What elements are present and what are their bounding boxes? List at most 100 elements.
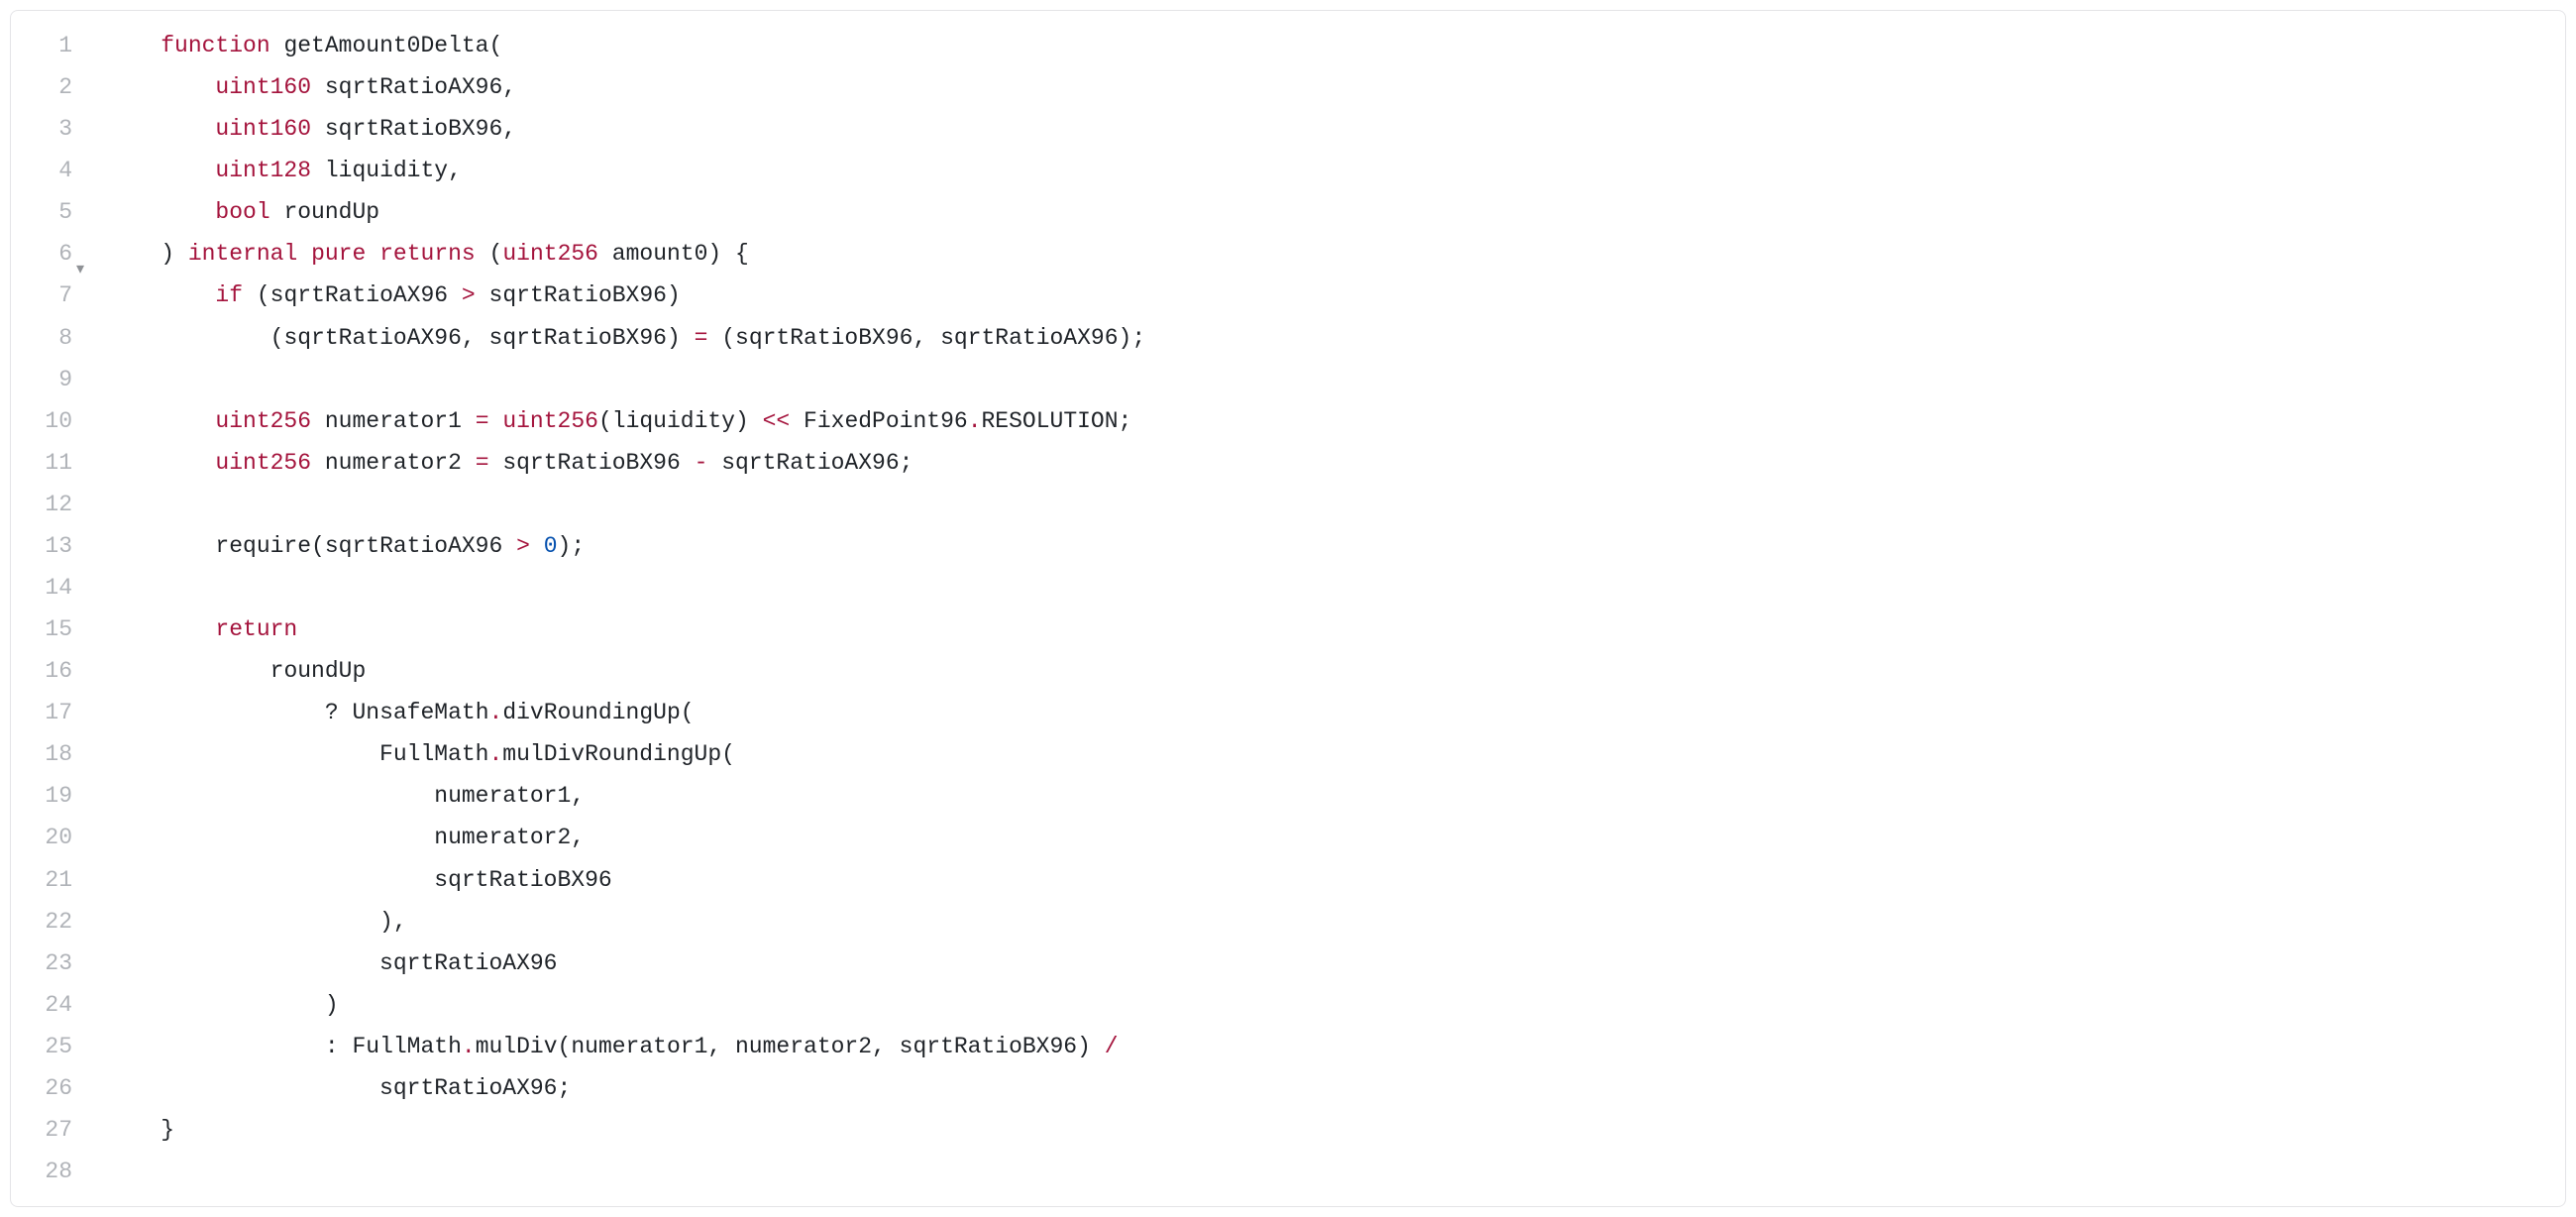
line-number: 26 (11, 1067, 72, 1109)
line-number: 23 (11, 942, 72, 984)
code-token (311, 74, 325, 100)
code-token: sqrtRatioAX96 (721, 450, 899, 476)
code-content: FullMath.mulDivRoundingUp( (106, 733, 2565, 775)
code-line: 16 roundUp (11, 650, 2565, 692)
line-number: 1 (11, 25, 72, 66)
code-token: << (763, 408, 791, 434)
code-token (489, 408, 503, 434)
code-token: sqrtRatioAX96 (325, 533, 502, 559)
code-token: sqrtRatioAX96 (379, 1075, 557, 1101)
code-token (366, 241, 379, 267)
code-token (681, 450, 695, 476)
code-token (106, 116, 215, 142)
code-token (707, 450, 721, 476)
code-content: function getAmount0Delta( (106, 25, 2565, 66)
code-line: 4 uint128 liquidity, (11, 150, 2565, 191)
code-token: FullMath (352, 1034, 461, 1059)
code-token: = (695, 325, 708, 351)
code-token: ) (667, 282, 681, 308)
code-line: 23 sqrtRatioAX96 (11, 942, 2565, 984)
code-content: uint256 numerator1 = uint256(liquidity) … (106, 400, 2565, 442)
code-token: , (462, 325, 476, 351)
line-number: 8 (11, 317, 72, 359)
code-token (311, 116, 325, 142)
code-token (681, 325, 695, 351)
line-number: 9 (11, 359, 72, 400)
code-token: sqrtRatioBX96 (489, 282, 667, 308)
code-line: 1 function getAmount0Delta( (11, 25, 2565, 66)
code-token: ( (558, 1034, 572, 1059)
code-token: sqrtRatioAX96 (940, 325, 1118, 351)
code-token (106, 533, 215, 559)
code-token: numerator2 (325, 450, 462, 476)
code-token: ( (489, 33, 503, 58)
code-token: numerator2 (735, 1034, 872, 1059)
code-token: . (488, 741, 502, 767)
code-line: 9 (11, 359, 2565, 400)
code-token (106, 700, 325, 725)
fold-gutter[interactable]: ▾ (72, 233, 106, 275)
code-token: , (912, 325, 926, 351)
code-token (749, 408, 763, 434)
code-token: return (215, 616, 297, 642)
line-number: 21 (11, 859, 72, 901)
code-token: sqrtRatioAX96 (270, 282, 448, 308)
code-token (106, 74, 215, 100)
code-content: uint160 sqrtRatioBX96, (106, 108, 2565, 150)
code-content: require(sqrtRatioAX96 > 0); (106, 525, 2565, 567)
line-number: 18 (11, 733, 72, 775)
code-content: if (sqrtRatioAX96 > sqrtRatioBX96) (106, 275, 2565, 316)
code-content: } (106, 1109, 2565, 1151)
code-line: 6▾ ) internal pure returns (uint256 amou… (11, 233, 2565, 275)
line-number: 28 (11, 1151, 72, 1192)
code-content: sqrtRatioBX96 (106, 859, 2565, 901)
code-token: sqrtRatioBX96 (434, 867, 611, 893)
code-token: , (571, 783, 585, 809)
code-token: amount0 (612, 241, 708, 267)
code-token: { (735, 241, 749, 267)
line-number: 7 (11, 275, 72, 316)
code-token: = (476, 408, 489, 434)
code-line: 27 } (11, 1109, 2565, 1151)
code-token: uint256 (215, 408, 311, 434)
line-number: 17 (11, 692, 72, 733)
code-token: UnsafeMath (352, 700, 488, 725)
code-token (489, 450, 503, 476)
code-token: function (161, 33, 269, 58)
line-number: 25 (11, 1026, 72, 1067)
code-token: sqrtRatioBX96 (735, 325, 912, 351)
code-content: ) internal pure returns (uint256 amount0… (106, 233, 2565, 275)
code-token: ( (681, 700, 695, 725)
code-token (270, 33, 284, 58)
code-token: sqrtRatioAX96 (325, 74, 502, 100)
code-content: uint128 liquidity, (106, 150, 2565, 191)
line-number: 19 (11, 775, 72, 817)
code-token: - (695, 450, 708, 476)
code-token (106, 241, 161, 267)
code-content: ), (106, 901, 2565, 942)
code-token (270, 199, 284, 225)
fold-toggle-icon[interactable]: ▾ (76, 262, 84, 277)
code-line: 15 return (11, 608, 2565, 650)
code-token (174, 241, 188, 267)
code-token: numerator1 (571, 1034, 707, 1059)
code-token: liquidity (612, 408, 735, 434)
code-token: sqrtRatioBX96 (489, 325, 667, 351)
code-token: ; (900, 450, 913, 476)
code-token: liquidity (325, 158, 448, 183)
code-token: uint256 (215, 450, 311, 476)
code-token: ; (1131, 325, 1145, 351)
code-token (339, 1034, 353, 1059)
code-token: ; (1119, 408, 1132, 434)
code-line: 28 (11, 1151, 2565, 1192)
code-token (476, 241, 489, 267)
code-token: , (707, 1034, 721, 1059)
code-token (476, 282, 489, 308)
code-token (106, 867, 434, 893)
code-token: numerator1 (434, 783, 571, 809)
code-token: ) (667, 325, 681, 351)
code-token: ) (1119, 325, 1132, 351)
code-content: (sqrtRatioAX96, sqrtRatioBX96) = (sqrtRa… (106, 317, 2565, 359)
code-token: > (462, 282, 476, 308)
code-token: returns (379, 241, 476, 267)
